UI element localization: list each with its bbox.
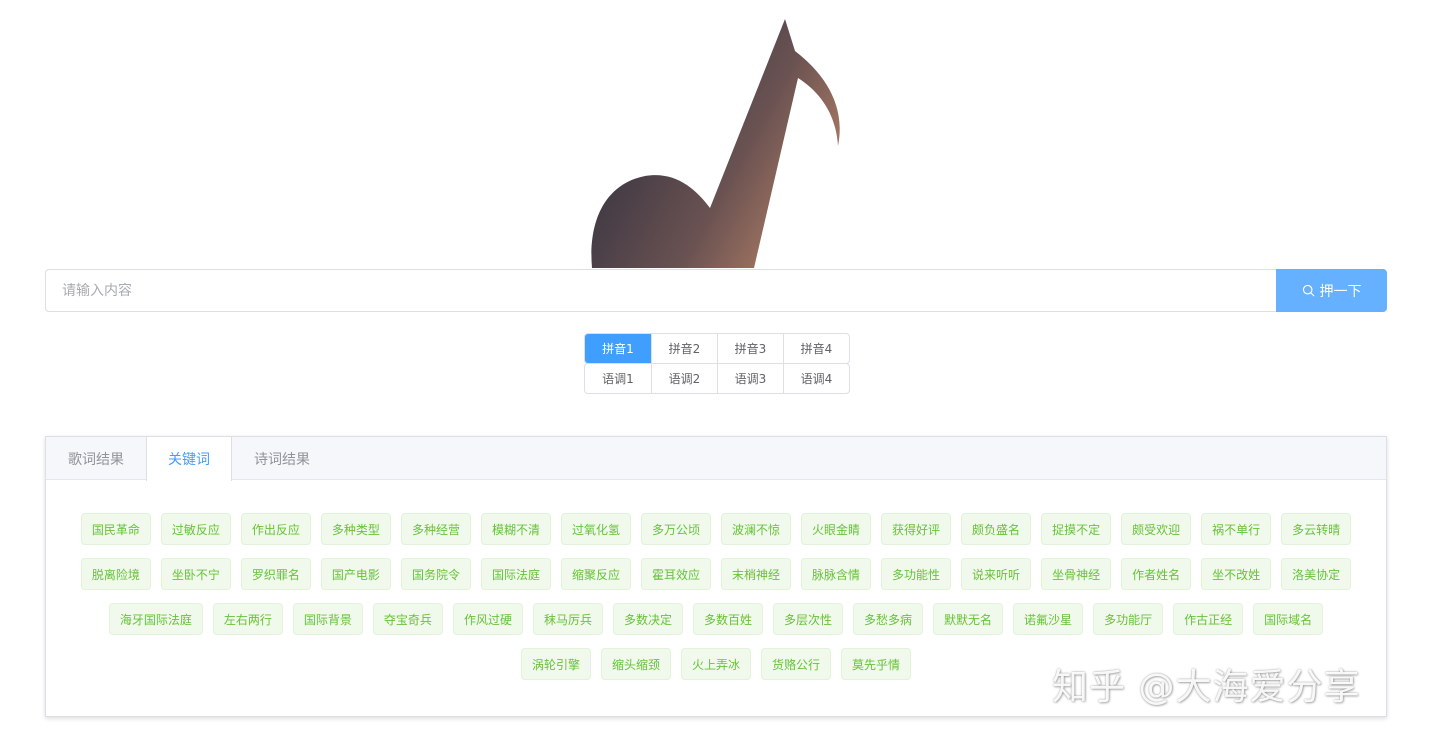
keyword-tag[interactable]: 火眼金睛	[801, 513, 872, 545]
keyword-tag[interactable]: 秣马厉兵	[532, 603, 603, 635]
search-button-label: 押一下	[1319, 283, 1362, 300]
keyword-tag[interactable]: 作古正经	[1173, 603, 1244, 635]
keyword-tag[interactable]: 诺氟沙星	[1013, 603, 1084, 635]
keyword-tag[interactable]: 作者姓名	[1121, 558, 1192, 590]
keyword-tag[interactable]: 脱离险境	[80, 558, 151, 590]
keyword-tag[interactable]: 波澜不惊	[721, 513, 792, 545]
keyword-tag[interactable]: 作出反应	[240, 513, 311, 545]
keyword-tag[interactable]: 左右两行	[212, 603, 283, 635]
keyword-tag[interactable]: 国民革命	[80, 513, 151, 545]
keyword-tag[interactable]: 国际域名	[1253, 603, 1324, 635]
keyword-tag[interactable]: 国际背景	[292, 603, 363, 635]
keyword-tag[interactable]: 坐不改姓	[1201, 558, 1272, 590]
keyword-tag[interactable]: 颇受欢迎	[1121, 513, 1192, 545]
keyword-tag[interactable]: 多万公顷	[640, 513, 711, 545]
keyword-tag[interactable]: 颇负盛名	[961, 513, 1032, 545]
tab-lyrics-results[interactable]: 歌词结果	[46, 437, 146, 480]
search-icon	[1302, 284, 1314, 297]
keyword-tag[interactable]: 国产电影	[320, 558, 391, 590]
keyword-tag[interactable]: 作风过硬	[452, 603, 523, 635]
keyword-tag[interactable]: 缩头缩颈	[600, 648, 671, 680]
keyword-tag[interactable]: 多数百姓	[692, 603, 763, 635]
pinyin-option-1[interactable]: 拼音1	[585, 334, 651, 363]
keyword-tag[interactable]: 获得好评	[881, 513, 952, 545]
tone-option-2[interactable]: 语调2	[651, 364, 717, 393]
search-input[interactable]	[45, 269, 1276, 312]
pinyin-option-2[interactable]: 拼音2	[651, 334, 717, 363]
search-bar: 押一下	[45, 269, 1387, 312]
keyword-tag[interactable]: 洛美协定	[1281, 558, 1352, 590]
pinyin-radio-group: 拼音1 拼音2 拼音3 拼音4	[584, 333, 850, 364]
tone-option-4[interactable]: 语调4	[783, 364, 849, 393]
keyword-tag[interactable]: 海牙国际法庭	[108, 603, 203, 635]
keyword-tag[interactable]: 多种类型	[320, 513, 391, 545]
keyword-tag[interactable]: 过氧化氢	[560, 513, 631, 545]
tone-option-1[interactable]: 语调1	[585, 364, 651, 393]
music-note-logo-icon	[591, 19, 840, 268]
watermark: 知乎 @大海爱分享	[1052, 667, 1361, 708]
tone-radio-group: 语调1 语调2 语调3 语调4	[584, 363, 850, 394]
keyword-tag[interactable]: 多云转晴	[1281, 513, 1352, 545]
tab-keywords[interactable]: 关键词	[146, 437, 232, 481]
pinyin-option-4[interactable]: 拼音4	[783, 334, 849, 363]
keyword-tag[interactable]: 货赂公行	[761, 648, 832, 680]
keyword-tag[interactable]: 涡轮引擎	[520, 648, 591, 680]
keyword-tag[interactable]: 夺宝奇兵	[372, 603, 443, 635]
keyword-tag[interactable]: 多功能性	[881, 558, 952, 590]
keyword-tag[interactable]: 坐骨神经	[1041, 558, 1112, 590]
keyword-tag[interactable]: 国务院令	[400, 558, 471, 590]
keyword-tag[interactable]: 默默无名	[933, 603, 1004, 635]
keyword-tag[interactable]: 多层次性	[773, 603, 844, 635]
keyword-tag[interactable]: 霍耳效应	[640, 558, 711, 590]
search-button[interactable]: 押一下	[1276, 269, 1387, 312]
keyword-tag[interactable]: 多愁多病	[853, 603, 924, 635]
keyword-tag[interactable]: 过敏反应	[160, 513, 231, 545]
keyword-tag[interactable]: 罗织罪名	[240, 558, 311, 590]
keyword-tag[interactable]: 国际法庭	[480, 558, 551, 590]
keyword-tag[interactable]: 火上弄冰	[680, 648, 751, 680]
keyword-tag[interactable]: 捉摸不定	[1041, 513, 1112, 545]
keyword-tag[interactable]: 缩聚反应	[560, 558, 631, 590]
tone-option-3[interactable]: 语调3	[717, 364, 783, 393]
keyword-tag[interactable]: 脉脉含情	[801, 558, 872, 590]
keyword-tag[interactable]: 坐卧不宁	[160, 558, 231, 590]
keyword-tag-list: 国民革命 过敏反应 作出反应 多种类型 多种经营 模糊不清 过氧化氢 多万公顷 波澜不惊 火眼金睛…	[46, 480, 1386, 687]
keyword-tag[interactable]: 多种经营	[400, 513, 471, 545]
tab-poetry-results[interactable]: 诗词结果	[232, 437, 332, 480]
keyword-tag[interactable]: 多数决定	[612, 603, 683, 635]
keyword-tag[interactable]: 说来听听	[961, 558, 1032, 590]
keyword-tag[interactable]: 多功能厅	[1093, 603, 1164, 635]
keyword-tag[interactable]: 模糊不清	[480, 513, 551, 545]
pinyin-option-3[interactable]: 拼音3	[717, 334, 783, 363]
tab-header: 歌词结果 关键词 诗词结果	[46, 437, 1386, 481]
keyword-tag[interactable]: 末梢神经	[721, 558, 792, 590]
keyword-tag[interactable]: 祸不单行	[1201, 513, 1272, 545]
keyword-tag[interactable]: 莫先乎情	[841, 648, 912, 680]
